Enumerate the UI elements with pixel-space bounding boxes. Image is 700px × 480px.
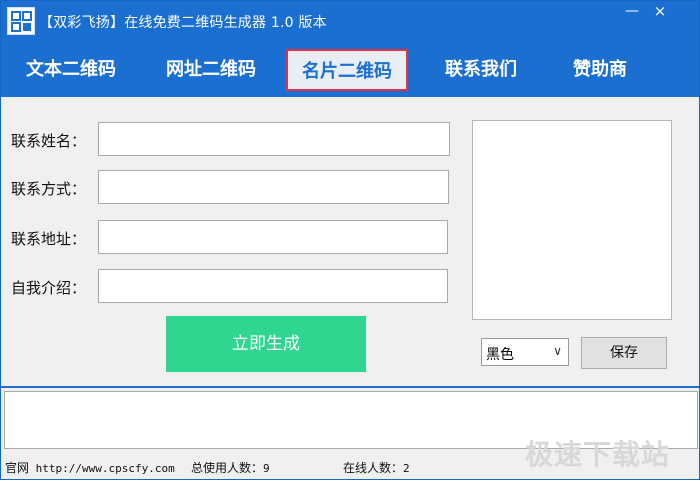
online-users-count: 2 xyxy=(403,462,410,475)
window-title: 【双彩飞扬】在线免费二维码生成器 1.0 版本 xyxy=(39,15,327,31)
app-window: 【双彩飞扬】在线免费二维码生成器 1.0 版本 — × 文本二维码 网址二维码 … xyxy=(0,0,700,480)
tab-sponsors[interactable]: 赞助商 xyxy=(557,49,643,91)
tab-text-qr[interactable]: 文本二维码 xyxy=(9,49,133,91)
watermark-text: 极速下载站 xyxy=(525,438,671,471)
divider xyxy=(1,386,699,388)
intro-label: 自我介绍： xyxy=(11,279,87,297)
address-label: 联系地址： xyxy=(11,230,87,248)
save-button[interactable]: 保存 xyxy=(581,337,667,369)
qr-preview-box xyxy=(472,120,672,320)
name-field[interactable] xyxy=(98,122,450,156)
color-select[interactable]: 黑色 ∨ xyxy=(481,338,569,366)
online-users-label: 在线人数： xyxy=(343,461,404,475)
tab-contact-us[interactable]: 联系我们 xyxy=(429,49,533,91)
website-info: 官网 http://www.cpscfy.com xyxy=(5,459,175,476)
tab-bar: 文本二维码 网址二维码 名片二维码 联系我们 赞助商 xyxy=(1,43,699,97)
website-label: 官网 xyxy=(5,461,30,475)
tab-business-card-qr[interactable]: 名片二维码 xyxy=(286,49,408,91)
name-label: 联系姓名： xyxy=(11,132,87,150)
title-bar[interactable]: 【双彩飞扬】在线免费二维码生成器 1.0 版本 — × xyxy=(1,1,699,43)
total-users-count: 9 xyxy=(263,462,270,475)
website-link[interactable]: http://www.cpscfy.com xyxy=(36,462,175,475)
tab-url-qr[interactable]: 网址二维码 xyxy=(149,49,273,91)
contact-label: 联系方式： xyxy=(11,180,87,198)
qr-app-icon xyxy=(7,7,35,35)
address-field[interactable] xyxy=(98,220,448,254)
color-select-value: 黑色 xyxy=(486,347,514,363)
generate-button[interactable]: 立即生成 xyxy=(166,316,366,372)
intro-field[interactable] xyxy=(98,269,448,303)
contact-field[interactable] xyxy=(98,170,449,204)
chevron-down-icon: ∨ xyxy=(553,344,562,358)
total-users-info: 总使用人数：9 xyxy=(191,459,270,476)
online-users-info: 在线人数：2 xyxy=(343,459,410,476)
close-button[interactable]: × xyxy=(649,3,671,21)
minimize-button[interactable]: — xyxy=(621,3,643,21)
total-users-label: 总使用人数： xyxy=(191,461,264,475)
